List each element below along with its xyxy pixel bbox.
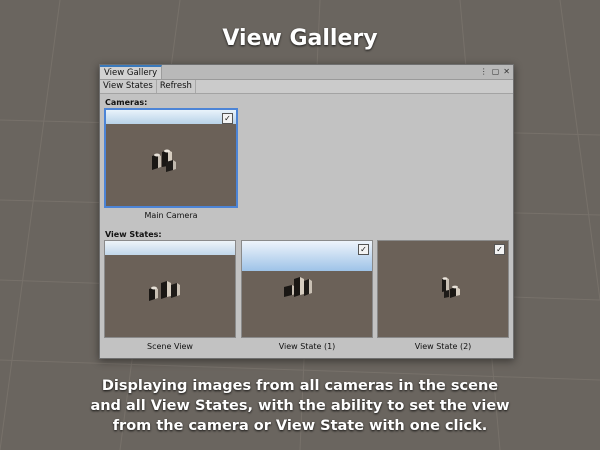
refresh-button[interactable]: Refresh [157, 80, 196, 93]
view-states-button[interactable]: View States [100, 80, 157, 93]
caption-line-2: and all View States, with the ability to… [90, 398, 510, 414]
window-titlebar: View Gallery ⋮ ▢ ✕ [100, 65, 513, 80]
view-gallery-window: View Gallery ⋮ ▢ ✕ View States Refresh C… [99, 64, 514, 359]
view-state-checkbox-2[interactable]: ✓ [494, 244, 505, 255]
scene-objects-image [284, 277, 312, 297]
view-state-thumbnail-1[interactable]: ✓ [241, 240, 373, 338]
page-title: View Gallery [222, 26, 378, 51]
maximize-icon[interactable]: ▢ [492, 65, 500, 79]
tab-view-gallery[interactable]: View Gallery [100, 65, 163, 79]
caption-line-1: Displaying images from all cameras in th… [101, 378, 499, 394]
view-state-label-1: View State (1) [278, 342, 336, 351]
camera-thumbnail-main-camera[interactable]: ✓ [104, 108, 238, 208]
view-state-checkbox-1[interactable]: ✓ [358, 244, 369, 255]
window-toolbar: View States Refresh [100, 80, 513, 94]
scene-objects-image [442, 277, 460, 298]
close-icon[interactable]: ✕ [503, 65, 510, 79]
scene-objects-image [149, 281, 180, 301]
description-caption: Displaying images from all cameras in th… [40, 376, 560, 436]
view-state-label-scene-view: Scene View [147, 342, 193, 351]
camera-checkbox[interactable]: ✓ [222, 113, 233, 124]
scene-objects-image [152, 149, 176, 172]
view-state-thumbnail-scene-view[interactable] [104, 240, 236, 338]
camera-label-main-camera: Main Camera [144, 211, 198, 220]
view-state-thumbnail-2[interactable]: ✓ [377, 240, 509, 338]
more-icon[interactable]: ⋮ [480, 65, 488, 79]
view-states-section-label: View States: [105, 230, 162, 239]
cameras-section-label: Cameras: [105, 98, 148, 107]
view-state-label-2: View State (2) [414, 342, 472, 351]
caption-line-3: from the camera or View State with one c… [112, 418, 488, 434]
